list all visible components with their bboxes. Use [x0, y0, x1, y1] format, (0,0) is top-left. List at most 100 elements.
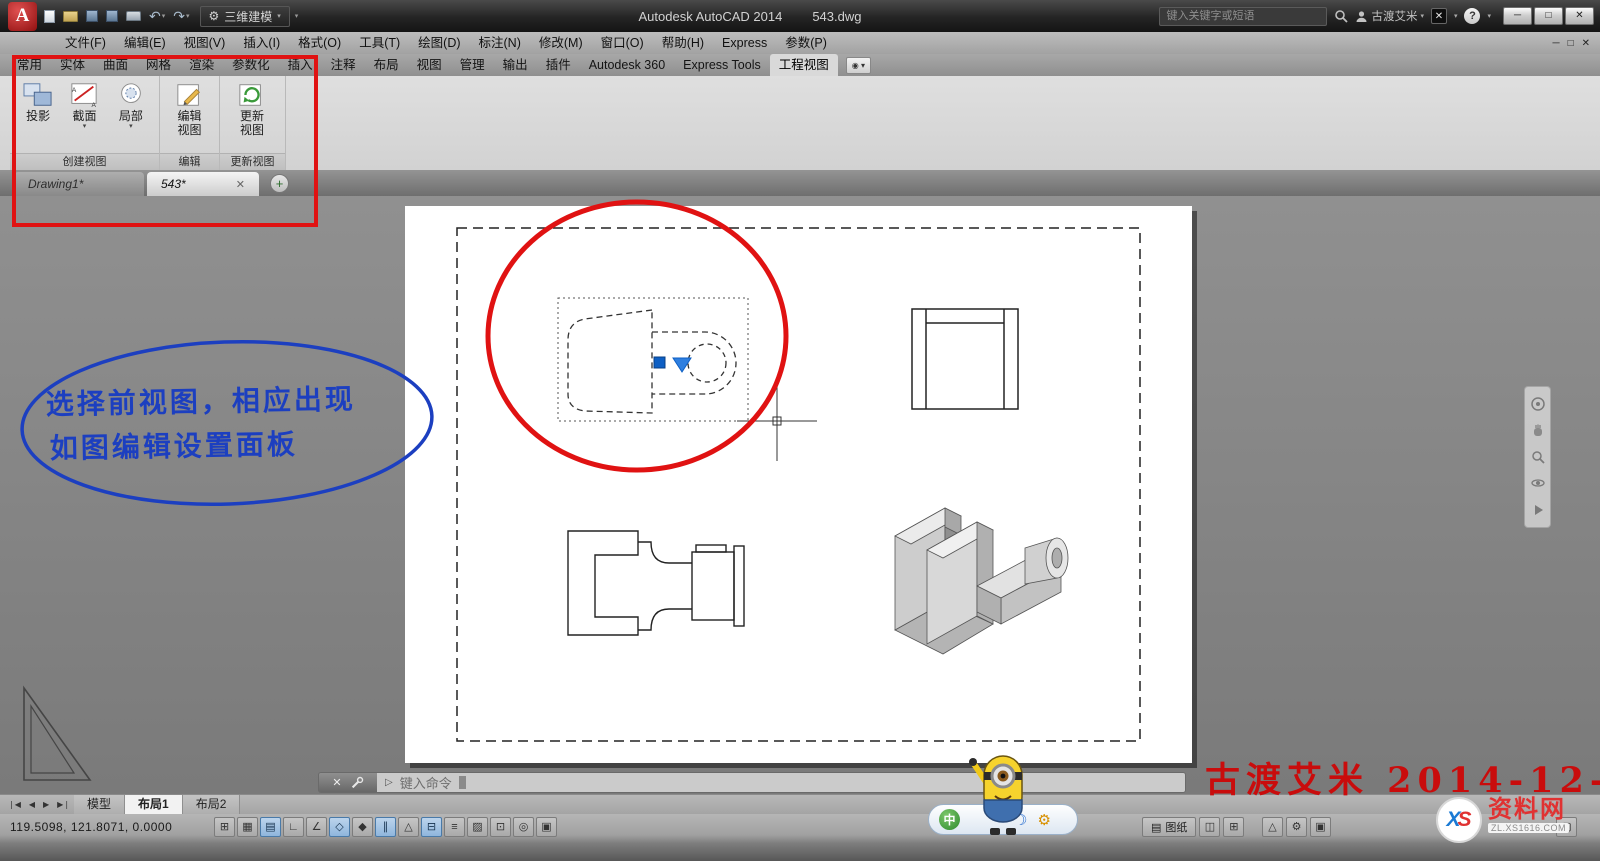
- object-snap-icon[interactable]: ◇: [329, 817, 350, 837]
- next-layout-button[interactable]: ▶: [39, 795, 53, 814]
- panel-title-create-view[interactable]: 创建视图: [10, 153, 159, 170]
- detail-view-button[interactable]: 局部 ▾: [108, 79, 154, 153]
- tab-layout1[interactable]: 布局1: [125, 795, 183, 814]
- doc-minimize-button[interactable]: ─: [1552, 38, 1559, 49]
- ribbon-tab-view[interactable]: 视图: [408, 54, 451, 76]
- lineweight-icon[interactable]: ≡: [444, 817, 465, 837]
- toolbar-lock-icon[interactable]: ▣: [1310, 817, 1331, 837]
- maximize-button[interactable]: □: [1534, 7, 1563, 25]
- new-file-icon[interactable]: [44, 10, 55, 23]
- plot-icon[interactable]: [126, 11, 141, 21]
- menu-express[interactable]: Express: [713, 32, 776, 54]
- ortho-mode-icon[interactable]: ∟: [283, 817, 304, 837]
- section-view-button[interactable]: AA 截面 ▾: [61, 79, 107, 153]
- menu-parametric[interactable]: 参数(P): [776, 32, 836, 54]
- projection-view-button[interactable]: 投影: [15, 79, 61, 153]
- qat-customize-icon[interactable]: ▾: [295, 12, 299, 20]
- ribbon-tab-annotate[interactable]: 注释: [322, 54, 365, 76]
- zoom-icon[interactable]: [1529, 448, 1547, 466]
- 3d-object-snap-icon[interactable]: ◆: [352, 817, 373, 837]
- ribbon-minimize-button[interactable]: ◉ ▾: [846, 57, 871, 74]
- tab-layout2[interactable]: 布局2: [183, 795, 241, 814]
- grid-display-icon[interactable]: ▤: [260, 817, 281, 837]
- minimize-button[interactable]: ─: [1503, 7, 1532, 25]
- panel-title-update-view[interactable]: 更新视图: [220, 153, 285, 170]
- side-view[interactable]: [568, 531, 744, 635]
- help-icon[interactable]: ?: [1464, 8, 1480, 24]
- workspace-switching-icon[interactable]: ⚙: [1286, 817, 1307, 837]
- selection-cycling-icon[interactable]: ◎: [513, 817, 534, 837]
- top-view[interactable]: [912, 309, 1018, 409]
- last-layout-button[interactable]: ▶❘: [53, 795, 74, 814]
- command-line[interactable]: ✕ ▷ 键入命令: [318, 772, 1186, 793]
- file-tab-543[interactable]: 543* ✕: [147, 172, 259, 196]
- menu-insert[interactable]: 插入(I): [234, 32, 289, 54]
- ribbon-tab-express-tools[interactable]: Express Tools: [674, 54, 770, 76]
- menu-window[interactable]: 窗口(O): [592, 32, 653, 54]
- ribbon-tab-surface[interactable]: 曲面: [94, 54, 137, 76]
- menu-draw[interactable]: 绘图(D): [409, 32, 469, 54]
- command-input[interactable]: ▷ 键入命令: [377, 773, 1185, 792]
- polar-tracking-icon[interactable]: ∠: [306, 817, 327, 837]
- front-view[interactable]: [558, 298, 748, 421]
- object-snap-tracking-icon[interactable]: ∥: [375, 817, 396, 837]
- pan-icon[interactable]: [1529, 422, 1547, 440]
- paper-sheet[interactable]: [405, 206, 1192, 763]
- navigation-wheel-icon[interactable]: [1529, 395, 1547, 413]
- update-view-button[interactable]: 更新 视图: [225, 79, 279, 153]
- menu-dimension[interactable]: 标注(N): [470, 32, 530, 54]
- new-tab-button[interactable]: +: [270, 174, 289, 193]
- ribbon-tab-render[interactable]: 渲染: [180, 54, 223, 76]
- panel-title-edit[interactable]: 编辑: [160, 153, 219, 170]
- quick-properties-icon[interactable]: ⊡: [490, 817, 511, 837]
- annotation-scale-icon[interactable]: △: [1262, 817, 1283, 837]
- transparency-icon[interactable]: ▨: [467, 817, 488, 837]
- close-icon[interactable]: ✕: [236, 178, 245, 191]
- signin-user-button[interactable]: 古渡艾米 ▾: [1355, 8, 1424, 24]
- ribbon-tab-autodesk360[interactable]: Autodesk 360: [580, 54, 674, 76]
- annotation-monitor-icon[interactable]: ▣: [536, 817, 557, 837]
- file-tab-drawing1[interactable]: Drawing1*: [14, 172, 144, 196]
- drawing-canvas[interactable]: ✕ ▷ 键入命令: [0, 196, 1600, 794]
- save-icon[interactable]: [86, 10, 98, 22]
- infer-constraints-icon[interactable]: ⊞: [214, 817, 235, 837]
- close-icon[interactable]: ✕: [332, 776, 341, 789]
- ime-language-badge[interactable]: 中: [939, 809, 960, 830]
- ribbon-tab-layout[interactable]: 布局: [365, 54, 408, 76]
- menu-view[interactable]: 视图(V): [175, 32, 235, 54]
- edit-view-button[interactable]: 编辑 视图: [165, 79, 214, 153]
- ribbon-tab-manage[interactable]: 管理: [451, 54, 494, 76]
- redo-icon[interactable]: ↷▾: [173, 8, 189, 25]
- showmotion-icon[interactable]: [1529, 501, 1547, 519]
- orbit-icon[interactable]: [1529, 474, 1547, 492]
- exchange-apps-icon[interactable]: ✕: [1431, 8, 1447, 24]
- wrench-icon[interactable]: [350, 776, 364, 790]
- doc-restore-button[interactable]: □: [1568, 38, 1574, 49]
- menu-file[interactable]: 文件(F): [56, 32, 115, 54]
- autocad-app-icon[interactable]: A: [8, 2, 37, 31]
- ribbon-tab-plugins[interactable]: 插件: [537, 54, 580, 76]
- paper-model-toggle[interactable]: ▤ 图纸: [1142, 817, 1196, 837]
- ribbon-tab-output[interactable]: 输出: [494, 54, 537, 76]
- menu-modify[interactable]: 修改(M): [530, 32, 592, 54]
- doc-close-button[interactable]: ✕: [1582, 38, 1590, 49]
- workspace-switcher[interactable]: ⚙ 三维建模 ▾: [200, 6, 290, 27]
- tab-model[interactable]: 模型: [74, 795, 125, 814]
- close-button[interactable]: ✕: [1565, 7, 1594, 25]
- undo-icon[interactable]: ↶▾: [149, 8, 165, 25]
- search-input[interactable]: [1159, 7, 1327, 26]
- dynamic-input-icon[interactable]: ⊟: [421, 817, 442, 837]
- snap-mode-icon[interactable]: ▦: [237, 817, 258, 837]
- prev-layout-button[interactable]: ◀: [25, 795, 39, 814]
- save-as-icon[interactable]: [106, 10, 118, 22]
- first-layout-button[interactable]: ❘◀: [4, 795, 25, 814]
- quick-view-drawings-icon[interactable]: ⊞: [1223, 817, 1244, 837]
- menu-help[interactable]: 帮助(H): [653, 32, 713, 54]
- ribbon-tab-mesh[interactable]: 网格: [137, 54, 180, 76]
- ribbon-tab-solid[interactable]: 实体: [51, 54, 94, 76]
- open-file-icon[interactable]: [63, 11, 78, 22]
- menu-edit[interactable]: 编辑(E): [115, 32, 175, 54]
- ribbon-tab-home[interactable]: 常用: [8, 54, 51, 76]
- menu-format[interactable]: 格式(O): [289, 32, 350, 54]
- quick-view-layouts-icon[interactable]: ◫: [1199, 817, 1220, 837]
